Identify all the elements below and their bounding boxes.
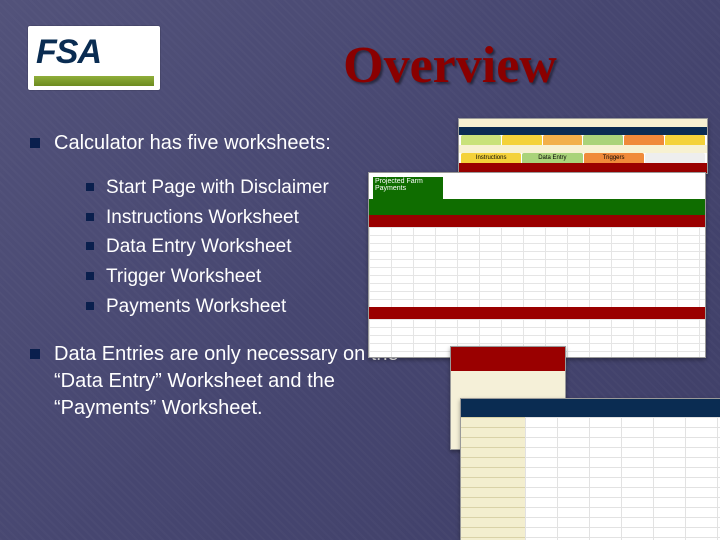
thumbnail-main: Projected Farm Payments [368,172,706,358]
logo-text: FSA [34,35,101,69]
bullet-1-text: Calculator has five worksheets: [54,132,331,154]
thumbnail-top-tabs [459,135,707,145]
thumbnail-mid-tabs: Instructions Data Entry Triggers [459,153,707,163]
fsa-logo: FSA [28,26,160,90]
thumbnail-main-label: Projected Farm Payments [373,177,443,199]
slide: FSA Overview Calculator has five workshe… [0,0,720,540]
thumbnail-bottom [460,398,720,540]
thumbnail-top: Instructions Data Entry Triggers [458,118,708,174]
logo-accent-bar [34,76,154,86]
slide-title: Overview [200,36,700,95]
